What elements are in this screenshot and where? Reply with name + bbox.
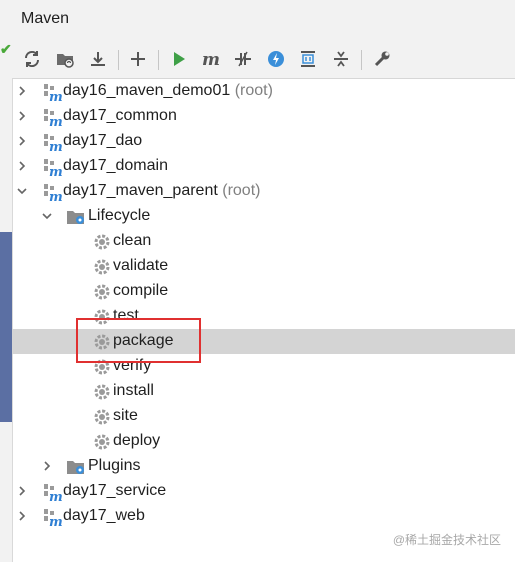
tree-node-label: day17_dao bbox=[63, 132, 143, 149]
toolbar-separator bbox=[118, 50, 119, 70]
toolbar-separator bbox=[158, 50, 159, 70]
maven-module-icon: m bbox=[44, 184, 62, 202]
tree-node-project-expanded[interactable]: m day17_maven_parent (root) bbox=[12, 179, 515, 204]
chevron-right-icon[interactable] bbox=[15, 509, 29, 523]
gear-icon bbox=[94, 259, 110, 275]
tree-node-phase[interactable]: clean bbox=[12, 229, 515, 254]
svg-text:m: m bbox=[49, 140, 62, 152]
chevron-right-icon[interactable] bbox=[15, 159, 29, 173]
chevron-right-icon[interactable] bbox=[15, 134, 29, 148]
svg-text:m: m bbox=[202, 50, 220, 69]
lifecycle-folder-icon bbox=[67, 211, 84, 224]
tree-node-label: clean bbox=[113, 232, 152, 249]
maven-module-icon: m bbox=[44, 84, 62, 102]
tree-node-label: day17_service bbox=[63, 482, 167, 499]
tree-node-label: day17_domain bbox=[63, 157, 168, 174]
tree-node-phase[interactable]: compile bbox=[12, 279, 515, 304]
maven-module-icon: m bbox=[44, 134, 62, 152]
chevron-right-icon[interactable] bbox=[15, 109, 29, 123]
tree-node-label: install bbox=[113, 382, 154, 399]
gear-icon bbox=[94, 284, 110, 300]
tree-node-phase[interactable]: install bbox=[12, 379, 515, 404]
svg-text:m: m bbox=[49, 90, 62, 102]
tree-node-lifecycle[interactable]: Lifecycle bbox=[12, 204, 515, 229]
gear-icon bbox=[94, 409, 110, 425]
tool-window-title: Maven bbox=[21, 10, 70, 27]
run-maven-build-icon[interactable] bbox=[166, 46, 192, 72]
maven-settings-icon[interactable] bbox=[369, 46, 395, 72]
toggle-offline-mode-icon[interactable] bbox=[230, 46, 256, 72]
tree-node-project[interactable]: m day17_web bbox=[12, 504, 515, 529]
reload-all-projects-icon[interactable] bbox=[19, 46, 45, 72]
tree-node-label: site bbox=[113, 407, 138, 424]
tree-node-label: day17_web bbox=[63, 507, 145, 524]
download-sources-icon[interactable] bbox=[85, 46, 111, 72]
check-icon: ✔ bbox=[0, 41, 12, 57]
generate-sources-icon[interactable] bbox=[52, 46, 78, 72]
svg-text:m: m bbox=[49, 165, 62, 177]
skip-tests-icon[interactable] bbox=[263, 46, 289, 72]
gear-icon bbox=[94, 234, 110, 250]
show-dependencies-icon[interactable] bbox=[295, 46, 321, 72]
tree-node-phase[interactable]: validate bbox=[12, 254, 515, 279]
plugins-folder-icon bbox=[67, 461, 84, 474]
tree-node-phase[interactable]: deploy bbox=[12, 429, 515, 454]
maven-module-icon: m bbox=[44, 109, 62, 127]
tree-node-project[interactable]: m day17_common bbox=[12, 104, 515, 129]
tree-node-label: compile bbox=[113, 282, 169, 299]
chevron-down-icon[interactable] bbox=[15, 184, 29, 198]
tree-node-project[interactable]: m day17_dao bbox=[12, 129, 515, 154]
svg-text:m: m bbox=[49, 515, 62, 527]
tree-node-label: validate bbox=[113, 257, 169, 274]
highlight-box bbox=[76, 318, 201, 363]
chevron-down-icon[interactable] bbox=[40, 209, 54, 223]
gear-icon bbox=[94, 434, 110, 450]
svg-text:m: m bbox=[49, 490, 62, 502]
collapse-all-icon[interactable] bbox=[328, 46, 354, 72]
tree-node-label: Lifecycle bbox=[88, 207, 151, 224]
svg-text:m: m bbox=[49, 115, 62, 127]
tree-node-project[interactable]: m day16_maven_demo01 (root) bbox=[12, 79, 515, 104]
tree-node-label: day17_common bbox=[63, 107, 177, 124]
maven-module-icon: m bbox=[44, 484, 62, 502]
tree-node-project[interactable]: m day17_service bbox=[12, 479, 515, 504]
tree-node-phase[interactable]: site bbox=[12, 404, 515, 429]
chevron-right-icon[interactable] bbox=[40, 459, 54, 473]
tree-node-project[interactable]: m day17_domain bbox=[12, 154, 515, 179]
add-maven-project-icon[interactable] bbox=[125, 46, 151, 72]
left-strip-accent bbox=[0, 232, 12, 422]
tree-node-label: day16_maven_demo01 (root) bbox=[63, 82, 273, 99]
maven-module-icon: m bbox=[44, 159, 62, 177]
svg-text:m: m bbox=[49, 190, 62, 202]
tree-node-label: Plugins bbox=[88, 457, 141, 474]
chevron-right-icon[interactable] bbox=[15, 484, 29, 498]
tree-node-label: day17_maven_parent (root) bbox=[63, 182, 261, 199]
execute-maven-goal-icon[interactable]: m bbox=[199, 46, 225, 72]
toolbar-separator bbox=[361, 50, 362, 70]
chevron-right-icon[interactable] bbox=[15, 84, 29, 98]
tree-node-label: deploy bbox=[113, 432, 161, 449]
maven-module-icon: m bbox=[44, 509, 62, 527]
gear-icon bbox=[94, 384, 110, 400]
watermark: @稀土掘金技术社区 bbox=[392, 533, 501, 547]
maven-toolbar: m bbox=[12, 40, 515, 79]
tree-node-plugins[interactable]: Plugins bbox=[12, 454, 515, 479]
tool-window-header: Maven bbox=[0, 0, 515, 41]
